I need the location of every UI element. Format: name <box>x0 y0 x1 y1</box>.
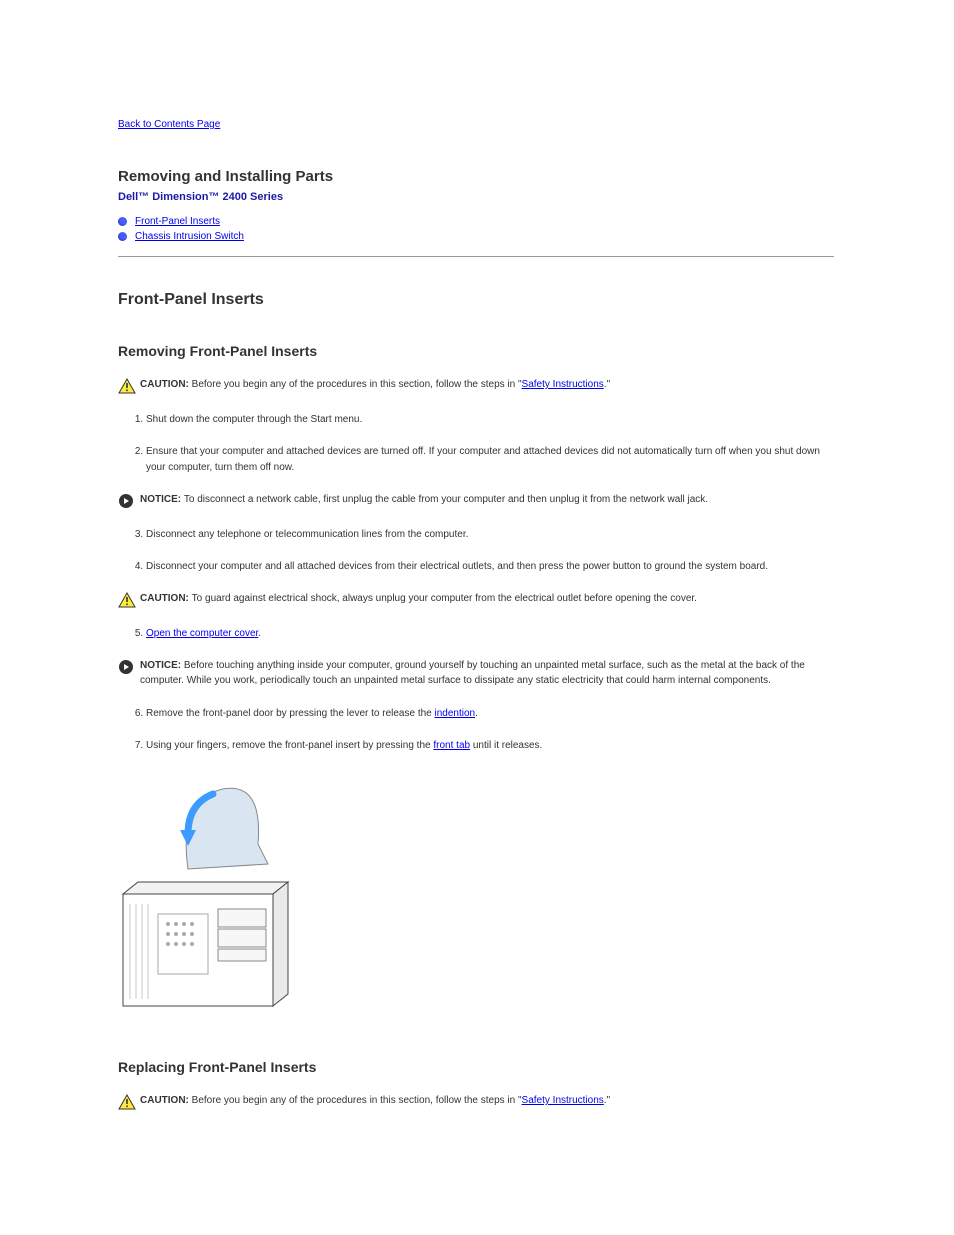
notice-body: Before touching anything inside your com… <box>140 660 805 686</box>
toc-link-front-panel[interactable]: Front-Panel Inserts <box>135 216 220 227</box>
step-list-a: Shut down the computer through the Start… <box>118 412 834 476</box>
step-link-front-tab[interactable]: front tab <box>433 740 470 751</box>
caution-text: CAUTION: Before you begin any of the pro… <box>140 1093 610 1108</box>
notice-text: NOTICE: To disconnect a network cable, f… <box>140 492 708 507</box>
toc-link-chassis-intrusion[interactable]: Chassis Intrusion Switch <box>135 231 244 242</box>
notice-icon <box>118 659 136 675</box>
caution-icon <box>118 378 136 394</box>
step-link-indention[interactable]: indention <box>435 708 476 719</box>
caution-body: To guard against electrical shock, alway… <box>192 593 697 604</box>
caution-label: CAUTION: <box>140 593 192 604</box>
caution-link[interactable]: Safety Instructions <box>522 1095 604 1106</box>
caution-link[interactable]: Safety Instructions <box>522 379 604 390</box>
caution-callout: CAUTION: To guard against electrical sho… <box>118 591 834 608</box>
subheading-remove: Removing Front-Panel Inserts <box>118 343 834 359</box>
step-item: Ensure that your computer and attached d… <box>146 444 834 476</box>
step-list-c: Open the computer cover. <box>118 626 834 642</box>
toc-list: Front-Panel Inserts Chassis Intrusion Sw… <box>118 215 834 242</box>
caution-icon <box>118 1094 136 1110</box>
notice-label: NOTICE: <box>140 494 184 505</box>
caution-callout: CAUTION: Before you begin any of the pro… <box>118 1093 834 1110</box>
step-text: Remove the front-panel door by pressing … <box>146 708 435 719</box>
notice-text: NOTICE: Before touching anything inside … <box>140 658 834 688</box>
caution-text: CAUTION: Before you begin any of the pro… <box>140 377 610 392</box>
notice-icon <box>118 493 136 509</box>
step-link-open-cover[interactable]: Open the computer cover <box>146 628 258 639</box>
figure-computer-cover <box>118 774 834 1027</box>
step-item: Remove the front-panel door by pressing … <box>146 706 834 722</box>
subheading-replace: Replacing Front-Panel Inserts <box>118 1059 834 1075</box>
notice-body: To disconnect a network cable, first unp… <box>184 494 708 505</box>
notice-callout: NOTICE: To disconnect a network cable, f… <box>118 492 834 509</box>
notice-callout: NOTICE: Before touching anything inside … <box>118 658 834 688</box>
back-link[interactable]: Back to Contents Page <box>118 119 220 130</box>
step-item: Using your fingers, remove the front-pan… <box>146 738 834 754</box>
section-heading-front-panel: Front-Panel Inserts <box>118 291 834 309</box>
caution-after: ." <box>604 1095 610 1106</box>
caution-body: Before you begin any of the procedures i… <box>192 1095 522 1106</box>
step-list-d: Remove the front-panel door by pressing … <box>118 706 834 754</box>
caution-label: CAUTION: <box>140 379 192 390</box>
caution-callout: CAUTION: Before you begin any of the pro… <box>118 377 834 394</box>
step-item: Disconnect your computer and all attache… <box>146 559 834 575</box>
step-item: Disconnect any telephone or telecommunic… <box>146 527 834 543</box>
step-after: . <box>475 708 478 719</box>
step-text: Using your fingers, remove the front-pan… <box>146 740 433 751</box>
caution-body: Before you begin any of the procedures i… <box>192 379 522 390</box>
caution-icon <box>118 592 136 608</box>
page-subtitle: Dell™ Dimension™ 2400 Series <box>118 191 834 203</box>
page-title: Removing and Installing Parts <box>118 168 834 185</box>
step-after: . <box>258 628 261 639</box>
section-divider <box>118 256 834 257</box>
caution-label: CAUTION: <box>140 1095 192 1106</box>
toc-item: Chassis Intrusion Switch <box>118 230 834 242</box>
step-item: Open the computer cover. <box>146 626 834 642</box>
notice-label: NOTICE: <box>140 660 184 671</box>
caution-text: CAUTION: To guard against electrical sho… <box>140 591 697 606</box>
toc-item: Front-Panel Inserts <box>118 215 834 227</box>
step-after: until it releases. <box>470 740 542 751</box>
caution-after: ." <box>604 379 610 390</box>
step-item: Shut down the computer through the Start… <box>146 412 834 428</box>
step-list-b: Disconnect any telephone or telecommunic… <box>118 527 834 575</box>
